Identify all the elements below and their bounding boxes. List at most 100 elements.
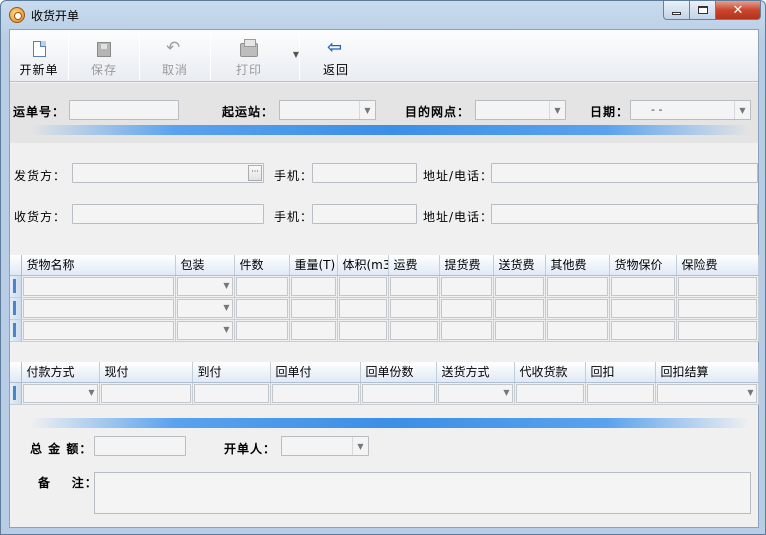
payment-cell[interactable]: ▼	[436, 382, 515, 405]
payment-cell[interactable]: ▼	[655, 382, 759, 405]
goods-cell[interactable]	[439, 319, 494, 342]
destination-select[interactable]: ▼	[475, 100, 566, 120]
goods-cell-input[interactable]	[389, 320, 438, 340]
goods-cell[interactable]	[21, 275, 176, 298]
goods-cell-input[interactable]	[494, 298, 544, 318]
goods-cell[interactable]	[493, 297, 546, 320]
goods-cell[interactable]	[234, 275, 290, 298]
remark-textarea[interactable]	[94, 472, 751, 514]
goods-cell[interactable]	[388, 275, 440, 298]
sender-address-input[interactable]	[491, 163, 758, 183]
goods-cell[interactable]	[21, 319, 176, 342]
goods-column-header[interactable]: 提货费	[439, 255, 494, 276]
goods-cell-input[interactable]	[290, 276, 336, 296]
goods-column-header[interactable]: 运费	[388, 255, 440, 276]
goods-cell[interactable]: ▼	[175, 319, 235, 342]
payment-cell-input[interactable]	[100, 383, 191, 403]
goods-cell[interactable]	[676, 319, 759, 342]
receiver-phone-input[interactable]	[312, 204, 417, 224]
goods-cell-input[interactable]	[610, 320, 675, 340]
goods-cell-input[interactable]	[235, 320, 288, 340]
goods-cell-input[interactable]	[235, 298, 288, 318]
goods-cell[interactable]	[21, 297, 176, 320]
goods-cell[interactable]: ▼	[175, 297, 235, 320]
goods-column-header[interactable]: 货物名称	[21, 255, 176, 276]
goods-column-header[interactable]: 体积(m3)	[337, 255, 389, 276]
goods-cell[interactable]	[676, 297, 759, 320]
payment-cell[interactable]	[192, 382, 271, 405]
goods-cell[interactable]	[289, 297, 338, 320]
payment-column-header[interactable]: 到付	[192, 362, 271, 383]
goods-column-header[interactable]: 件数	[234, 255, 290, 276]
goods-cell[interactable]	[609, 319, 677, 342]
row-header[interactable]	[10, 382, 22, 405]
payment-cell-select[interactable]: ▼	[22, 383, 98, 403]
goods-cell-input[interactable]	[338, 298, 387, 318]
goods-column-header[interactable]: 其他费	[545, 255, 610, 276]
goods-cell-input[interactable]	[338, 320, 387, 340]
payment-column-header[interactable]: 代收货款	[514, 362, 586, 383]
origin-select[interactable]: ▼	[279, 100, 376, 120]
minimize-button[interactable]	[663, 1, 690, 20]
goods-cell-input[interactable]	[494, 320, 544, 340]
goods-column-header[interactable]: 保险费	[676, 255, 759, 276]
goods-column-header[interactable]: 包装	[175, 255, 235, 276]
goods-cell[interactable]	[234, 319, 290, 342]
payment-column-header[interactable]: 回扣	[585, 362, 656, 383]
goods-cell-input[interactable]	[290, 298, 336, 318]
goods-cell-input[interactable]	[677, 320, 757, 340]
goods-cell[interactable]	[234, 297, 290, 320]
goods-cell-input[interactable]	[440, 276, 492, 296]
payment-cell[interactable]: ▼	[21, 382, 100, 405]
goods-cell[interactable]	[545, 297, 610, 320]
goods-column-header[interactable]: 送货费	[493, 255, 546, 276]
row-header[interactable]	[10, 319, 22, 342]
goods-cell[interactable]	[439, 297, 494, 320]
goods-cell[interactable]	[493, 275, 546, 298]
goods-cell-input[interactable]	[290, 320, 336, 340]
receiver-input[interactable]	[72, 204, 264, 224]
goods-cell-select[interactable]: ▼	[176, 320, 233, 340]
payment-cell-input[interactable]	[361, 383, 435, 403]
payment-column-header[interactable]: 回单份数	[360, 362, 437, 383]
goods-cell-input[interactable]	[610, 276, 675, 296]
goods-cell[interactable]	[337, 319, 389, 342]
goods-cell-input[interactable]	[546, 298, 608, 318]
payment-column-header[interactable]: 付款方式	[21, 362, 100, 383]
maximize-button[interactable]	[690, 1, 716, 20]
goods-cell[interactable]	[337, 275, 389, 298]
goods-cell-input[interactable]	[22, 298, 174, 318]
goods-cell-input[interactable]	[338, 276, 387, 296]
goods-column-header[interactable]: 货物保价	[609, 255, 677, 276]
payment-column-header[interactable]: 送货方式	[436, 362, 515, 383]
goods-cell[interactable]	[545, 319, 610, 342]
goods-cell-input[interactable]	[677, 276, 757, 296]
payment-cell[interactable]	[270, 382, 361, 405]
goods-cell[interactable]	[388, 319, 440, 342]
goods-cell-select[interactable]: ▼	[176, 298, 233, 318]
payment-cell[interactable]	[360, 382, 437, 405]
close-button[interactable]: ✕	[716, 1, 761, 20]
new-order-button[interactable]: 开新单	[10, 30, 68, 82]
payment-column-header[interactable]: 回单付	[270, 362, 361, 383]
payment-cell-select[interactable]: ▼	[656, 383, 757, 403]
payment-cell-input[interactable]	[271, 383, 359, 403]
total-amount-input[interactable]	[94, 436, 186, 456]
goods-cell-input[interactable]	[610, 298, 675, 318]
goods-cell-input[interactable]	[677, 298, 757, 318]
goods-cell[interactable]	[609, 275, 677, 298]
payment-cell[interactable]	[514, 382, 586, 405]
goods-cell[interactable]	[289, 319, 338, 342]
back-button[interactable]: ⇦ 返回	[300, 30, 372, 82]
goods-cell-input[interactable]	[546, 276, 608, 296]
goods-cell[interactable]	[609, 297, 677, 320]
goods-cell-input[interactable]	[546, 320, 608, 340]
goods-column-header[interactable]: 重量(T)	[289, 255, 338, 276]
goods-cell[interactable]	[289, 275, 338, 298]
goods-cell-input[interactable]	[389, 276, 438, 296]
payment-cell-input[interactable]	[586, 383, 654, 403]
goods-cell[interactable]: ▼	[175, 275, 235, 298]
print-button[interactable]: 打印 ▼	[211, 30, 299, 82]
payment-column-header[interactable]: 现付	[99, 362, 193, 383]
goods-cell[interactable]	[388, 297, 440, 320]
